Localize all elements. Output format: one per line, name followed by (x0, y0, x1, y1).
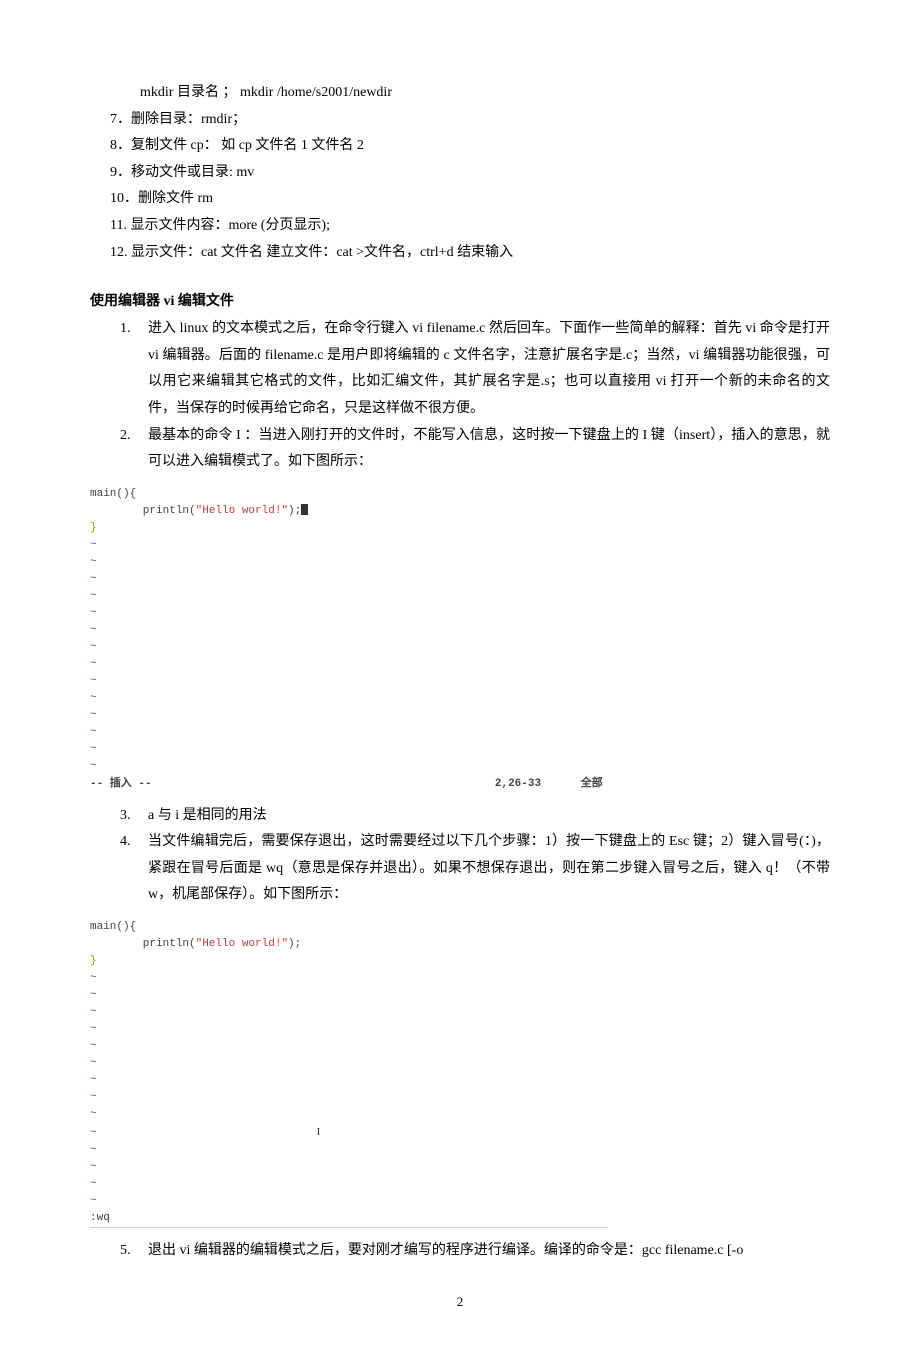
tilde-line: ~ (90, 571, 830, 588)
vi-item-3: 3. a 与 i 是相同的用法 (120, 803, 830, 830)
tilde-line: ~ (90, 1021, 830, 1038)
code2-l2-str: "Hello world!" (196, 938, 288, 950)
code-l3: } (90, 522, 97, 534)
tilde-line: ~ (90, 1176, 830, 1193)
code2-l2c: ); (288, 938, 301, 950)
tilde-line: ~ (90, 970, 830, 987)
tilde-line: ~ (90, 1038, 830, 1055)
vi-text-1: 进入 linux 的文本模式之后，在命令行键入 vi filename.c 然后… (148, 316, 830, 422)
ibeam-cursor-icon: I (97, 1124, 321, 1141)
tilde-line: ~ (90, 707, 830, 724)
tilde-line: ~ (90, 724, 830, 741)
item-10-text: 10．删除文件 rm (110, 186, 830, 213)
tilde-line: ~ (90, 1193, 830, 1210)
vi-item-2: 2. 最基本的命令 I ：当进入刚打开的文件时，不能写入信息，这时按一下键盘上的… (120, 423, 830, 476)
tilde-line: ~ (90, 1004, 830, 1021)
vi-list-3: 5. 退出 vi 编辑器的编辑模式之后，要对刚才编写的程序进行编译。编译的命令是… (90, 1238, 830, 1265)
tilde-line: ~ (90, 1072, 830, 1089)
tilde-line: ~ (90, 588, 830, 605)
tilde-line: ~ (90, 605, 830, 622)
item-12-text: 12. 显示文件：cat 文件名 建立文件：cat >文件名，ctrl+d 结束… (110, 240, 830, 267)
cursor-icon (301, 504, 308, 515)
vi-num-5: 5. (120, 1238, 148, 1265)
item-8-text: 8．复制文件 cp： 如 cp 文件名 1 文件名 2 (110, 133, 830, 160)
item-7: 7．删除目录：rmdir； (90, 107, 830, 134)
page-number: 2 (90, 1294, 830, 1310)
vi-item-1: 1. 进入 linux 的文本模式之后，在命令行键入 vi filename.c… (120, 316, 830, 422)
code2-l3: } (90, 955, 97, 967)
vi-text-4: 当文件编辑完后，需要保存退出，这时需要经过以下几个步骤：1）按一下键盘上的 Es… (148, 829, 830, 909)
item-8: 8．复制文件 cp： 如 cp 文件名 1 文件名 2 (90, 133, 830, 160)
tilde-line: ~ (90, 622, 830, 639)
vi-text-2: 最基本的命令 I ：当进入刚打开的文件时，不能写入信息，这时按一下键盘上的 I … (148, 423, 830, 476)
item-11: 11. 显示文件内容：more (分页显示); (90, 213, 830, 240)
tilde-line: ~ (90, 758, 830, 775)
tilde-line: ~ (90, 1089, 830, 1106)
tilde-line: ~ (90, 656, 830, 673)
vi-num-4: 4. (120, 829, 148, 909)
tilde-line: ~ (90, 554, 830, 571)
tilde-line: ~ (90, 741, 830, 758)
section-heading-vi: 使用编辑器 vi 编辑文件 (90, 290, 830, 310)
document-page: mkdir 目录名 ； mkdir /home/s2001/newdir 7．删… (0, 0, 920, 1350)
vi-list-2: 3. a 与 i 是相同的用法 4. 当文件编辑完后，需要保存退出，这时需要经过… (90, 803, 830, 909)
tilde-line: ~ (90, 1106, 830, 1123)
tilde-line: ~ (90, 1055, 830, 1072)
tilde-line: ~I (90, 1124, 830, 1142)
tilde-line: ~ (90, 987, 830, 1004)
tilde-line: ~ (90, 690, 830, 707)
code-l2-str: "Hello world!" (196, 505, 288, 517)
item-7-text: 7．删除目录：rmdir； (110, 107, 830, 134)
code-l2a: println( (90, 505, 196, 517)
item-10: 10．删除文件 rm (90, 186, 830, 213)
vi-item-4: 4. 当文件编辑完后，需要保存退出，这时需要经过以下几个步骤：1）按一下键盘上的… (120, 829, 830, 909)
tilde-line: ~ (90, 639, 830, 656)
item-9-text: 9．移动文件或目录: mv (110, 160, 830, 187)
vi-text-5: 退出 vi 编辑器的编辑模式之后，要对刚才编写的程序进行编译。编译的命令是：gc… (148, 1238, 830, 1265)
tilde-line: ~ (90, 673, 830, 690)
item-11-text: 11. 显示文件内容：more (分页显示); (110, 213, 830, 240)
item-9: 9．移动文件或目录: mv (90, 160, 830, 187)
vi-command-wq: :wq (90, 1210, 608, 1228)
vi-terminal-wq: main(){ println("Hello world!"); } ~ ~ ~… (90, 915, 830, 1232)
tilde-line: ~ (90, 1159, 830, 1176)
code-l1: main(){ (90, 488, 136, 500)
tilde-line: ~ (90, 537, 830, 554)
vi-status-line: -- 插入 -- 2,26-33 全部 (90, 776, 830, 793)
tilde-line: ~ (90, 1142, 830, 1159)
code-l2c: ); (288, 505, 301, 517)
mkdir-line: mkdir 目录名 ； mkdir /home/s2001/newdir (90, 80, 830, 107)
code2-l1: main(){ (90, 921, 136, 933)
code2-l2a: println( (90, 938, 196, 950)
vi-item-5: 5. 退出 vi 编辑器的编辑模式之后，要对刚才编写的程序进行编译。编译的命令是… (120, 1238, 830, 1265)
item-12: 12. 显示文件：cat 文件名 建立文件：cat >文件名，ctrl+d 结束… (90, 240, 830, 267)
vi-num-1: 1. (120, 316, 148, 422)
vi-list: 1. 进入 linux 的文本模式之后，在命令行键入 vi filename.c… (90, 316, 830, 476)
vi-terminal-insert: main(){ println("Hello world!"); } ~ ~ ~… (90, 482, 830, 797)
vi-num-3: 3. (120, 803, 148, 830)
vi-num-2: 2. (120, 423, 148, 476)
vi-text-3: a 与 i 是相同的用法 (148, 803, 830, 830)
